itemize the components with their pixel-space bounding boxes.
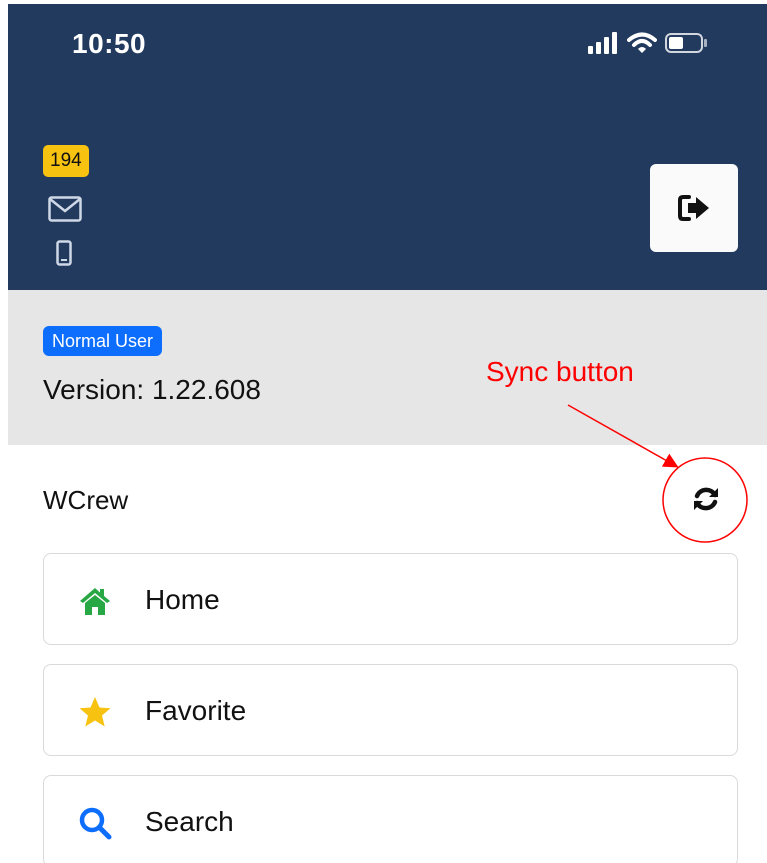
notification-badge[interactable]: 194 <box>43 145 89 177</box>
search-icon <box>79 807 112 840</box>
logout-button[interactable] <box>650 164 738 252</box>
sign-out-icon <box>678 195 709 221</box>
user-role-badge: Normal User <box>43 326 163 356</box>
status-icons <box>588 32 707 54</box>
menu-item-label: Search <box>145 806 234 837</box>
section-title: WCrew <box>43 485 129 515</box>
menu-item-label: Home <box>145 584 220 615</box>
mobile-phone-icon[interactable] <box>56 240 72 266</box>
menu-item-home[interactable]: Home <box>43 553 738 645</box>
sync-button[interactable] <box>690 483 722 515</box>
home-icon <box>80 588 110 615</box>
star-icon <box>79 697 111 727</box>
menu-item-label: Favorite <box>145 695 247 726</box>
status-time: 10:50 <box>72 28 147 59</box>
version-label: Version: 1.22.608 <box>43 374 261 405</box>
wifi-icon <box>627 32 657 53</box>
menu-item-favorite[interactable]: Favorite <box>43 664 738 756</box>
refresh-icon <box>694 487 718 511</box>
user-info-band <box>8 290 767 445</box>
annotation-label: Sync button <box>486 356 634 387</box>
signal-icon <box>588 32 617 54</box>
envelope-icon[interactable] <box>48 196 82 222</box>
menu-item-search[interactable]: Search <box>43 775 738 863</box>
battery-icon <box>665 33 707 53</box>
